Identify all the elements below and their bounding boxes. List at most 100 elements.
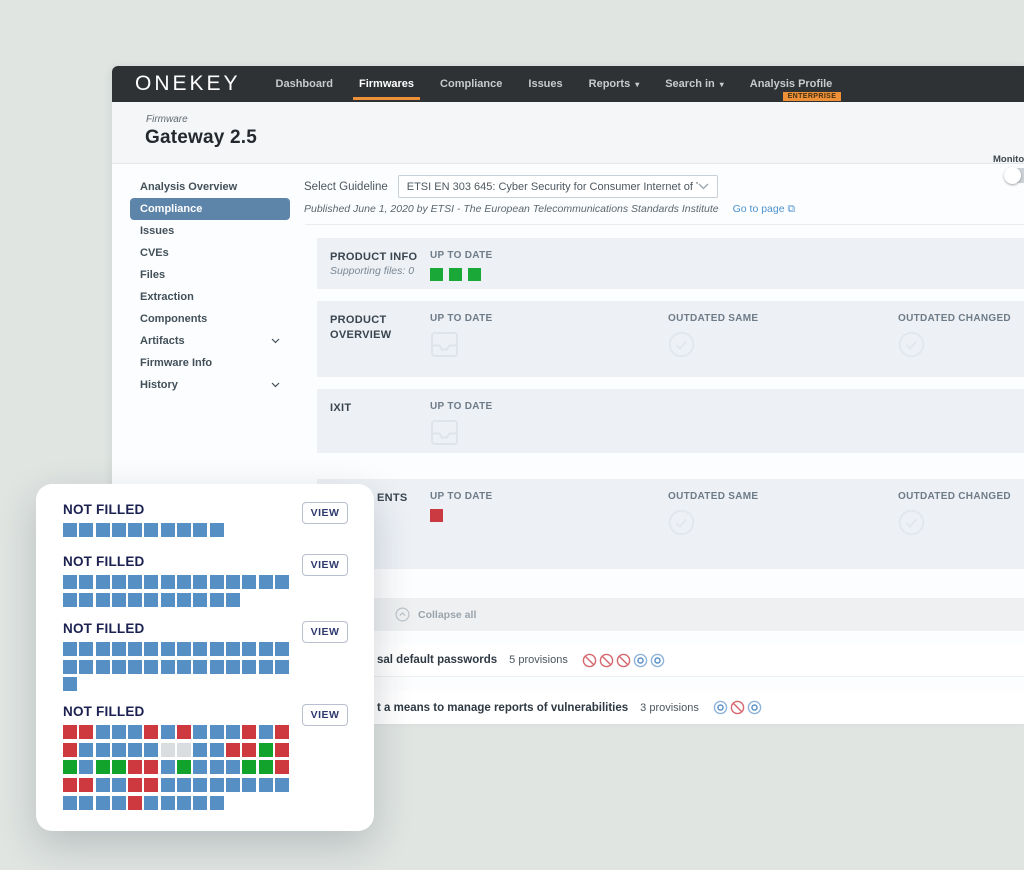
grid-square [96,575,110,589]
status-column-visual [430,268,492,281]
status-column: OUTDATED SAME [668,491,758,536]
status-card-ixit: IXIT UP TO DATE [317,389,1024,453]
guideline-label: Select Guideline [304,181,388,193]
status-column-visual [898,509,1011,536]
grid-square [210,660,224,674]
grid-square [112,642,126,656]
status-column-header: UP TO DATE [430,401,492,412]
grid-square [96,593,110,607]
grid-square [161,743,175,757]
nav-item-label: Firmwares [359,78,414,90]
sidebar-item-files[interactable]: Files [130,264,290,286]
status-column: UP TO DATE [430,313,492,358]
grid-square [275,575,289,589]
grid-square [259,660,273,674]
view-button[interactable]: VIEW [302,704,348,726]
grid-square [226,593,240,607]
square-grid-row [63,760,348,774]
eye-icon [713,700,728,715]
grid-square [112,760,126,774]
monitor-toggle[interactable] [1005,168,1024,183]
provision-title: t a means to manage reports of vulnerabi… [377,702,628,714]
nav-item-dashboard[interactable]: Dashboard [263,66,346,102]
external-link-icon: ⧉ [788,203,796,215]
grid-square [63,642,77,656]
square-grid-row [63,660,348,674]
view-button[interactable]: VIEW [302,621,348,643]
view-button[interactable]: VIEW [302,554,348,576]
status-column-visual [668,509,758,536]
guideline-selected-value: ETSI EN 303 645: Cyber Security for Cons… [407,181,698,193]
sidebar-item-artifacts[interactable]: Artifacts [130,330,290,352]
sidebar-item-issues[interactable]: Issues [130,220,290,242]
sidebar-item-extraction[interactable]: Extraction [130,286,290,308]
grid-square [79,796,93,810]
grid-square [128,593,142,607]
grid-square [112,743,126,757]
status-column-header: OUTDATED CHANGED [898,313,1011,324]
sidebar-item-firmware-info[interactable]: Firmware Info [130,352,290,374]
grid-square [144,778,158,792]
square-grid [63,575,348,607]
provision-row[interactable]: t a means to manage reports of vulnerabi… [317,691,1024,724]
firmware-eyebrow: Firmware [146,114,188,125]
nav-item-search-in[interactable]: Search in▾ [652,66,737,102]
sidebar-nav: Analysis OverviewComplianceIssues CVEs Fil… [130,176,290,396]
sidebar-item-cves[interactable]: CVEs [130,242,290,264]
status-column-header: UP TO DATE [430,250,492,261]
provision-count: 5 provisions [509,654,568,666]
status-square [430,268,443,281]
nav-item-issues[interactable]: Issues [515,66,575,102]
grid-square [226,743,240,757]
collapse-all-button[interactable]: Collapse all [317,598,1024,631]
grid-square [242,575,256,589]
grid-square [161,760,175,774]
sidebar-item-label: CVEs [140,247,169,259]
nav-item-reports[interactable]: Reports▾ [576,66,653,102]
provision-row[interactable]: sal default passwords 5 provisions [317,644,1024,677]
onekey-logo[interactable]: ONEKEY [135,72,241,96]
square-grid-row [63,593,348,607]
go-to-page-link[interactable]: Go to page ⧉ [733,203,795,215]
grid-square [128,743,142,757]
status-card-label: IXIT [330,401,422,416]
guideline-select[interactable]: ETSI EN 303 645: Cyber Security for Cons… [398,175,718,198]
grid-square [242,725,256,739]
grid-square [96,760,110,774]
sidebar-item-history[interactable]: History [130,374,290,396]
status-column-visual [430,331,492,358]
grid-square [259,642,273,656]
nav-item-analysis-profile[interactable]: Analysis ProfileENTERPRISE [737,66,846,102]
sidebar-item-components[interactable]: Components [130,308,290,330]
enterprise-badge: ENTERPRISE [783,92,842,101]
grid-square [63,743,77,757]
nav-item-compliance[interactable]: Compliance [427,66,515,102]
eye-icon [747,700,762,715]
nav-item-firmwares[interactable]: Firmwares [346,66,427,102]
grid-square [242,778,256,792]
sidebar-item-compliance[interactable]: Compliance [130,198,290,220]
grid-square [177,523,191,537]
grid-square [79,760,93,774]
grid-square [79,575,93,589]
nav-item-label: Search in [665,78,715,90]
prohibited-icon [599,653,614,668]
nav-items: Dashboard Firmwares ComplianceIssuesReport… [263,66,846,102]
grid-square [226,660,240,674]
status-column: UP TO DATE [430,491,492,522]
eye-icon [633,653,648,668]
view-button[interactable]: VIEW [302,502,348,524]
status-square [430,509,443,522]
sidebar-item-analysis-overview[interactable]: Analysis Overview [130,176,290,198]
grid-square [79,660,93,674]
grid-square [210,725,224,739]
grid-square [275,642,289,656]
sidebar-item-label: Extraction [140,291,194,303]
grid-square [96,725,110,739]
grid-square [275,725,289,739]
grid-square [210,523,224,537]
prohibited-icon [582,653,597,668]
provision-status-icons [582,653,665,668]
grid-square [79,523,93,537]
grid-square [112,575,126,589]
